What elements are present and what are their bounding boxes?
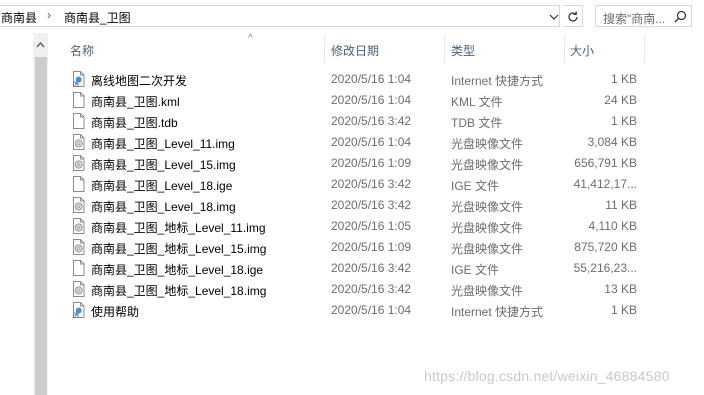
file-size: 656,791 KB xyxy=(574,156,637,170)
file-size: 13 KB xyxy=(604,282,637,296)
breadcrumb-parent[interactable]: 商南县 xyxy=(1,9,37,26)
file-date: 2020/5/16 1:09 xyxy=(331,240,412,254)
chevron-down-icon[interactable] xyxy=(547,10,561,24)
file-date: 2020/5/16 3:42 xyxy=(331,114,412,128)
file-type: TDB 文件 xyxy=(451,116,503,130)
file-type: 光盘映像文件 xyxy=(451,137,524,151)
file-size: 4,110 KB xyxy=(588,219,637,233)
breadcrumb-current[interactable]: 商南县_卫图 xyxy=(64,9,131,26)
file-name: 商南县_卫图.tdb xyxy=(91,116,178,130)
disc-image-icon xyxy=(72,134,85,150)
file-type: 光盘映像文件 xyxy=(451,158,524,172)
file-type: IGE 文件 xyxy=(451,179,500,193)
column-header-size[interactable]: 大小 xyxy=(570,42,594,59)
address-bar[interactable]: 商南县 › 商南县_卫图 xyxy=(0,5,560,27)
file-size: 11 KB xyxy=(605,198,637,212)
file-size: 1 KB xyxy=(610,72,637,86)
file-name: 商南县_卫图_Level_18.img xyxy=(91,200,236,214)
file-size: 875,720 KB xyxy=(574,240,637,254)
column-divider[interactable] xyxy=(564,35,565,63)
file-type: Internet 快捷方式 xyxy=(451,305,544,319)
file-row[interactable]: 离线地图二次开发 2020/5/16 1:04 Internet 快捷方式 1 KB xyxy=(60,69,660,90)
file-icon xyxy=(72,113,85,129)
disc-image-icon xyxy=(72,239,85,255)
file-row[interactable]: 商南县_卫图_Level_18.ige 2020/5/16 3:42 IGE 文件 4… xyxy=(60,174,660,195)
column-divider[interactable] xyxy=(444,35,445,63)
file-type: 光盘映像文件 xyxy=(451,284,524,298)
search-placeholder: 搜索"商南... xyxy=(603,12,666,26)
file-date: 2020/5/16 1:04 xyxy=(331,135,412,149)
file-row[interactable]: 商南县_卫图_Level_11.img 2020/5/16 1:04 光盘映像文件 3… xyxy=(60,132,660,153)
file-type: 光盘映像文件 xyxy=(451,221,524,235)
shortcut-icon xyxy=(72,302,85,318)
file-name: 离线地图二次开发 xyxy=(91,74,188,88)
column-divider[interactable] xyxy=(644,35,645,63)
file-row[interactable]: 商南县_卫图.tdb 2020/5/16 3:42 TDB 文件 1 KB xyxy=(60,111,660,132)
file-row[interactable]: 商南县_卫图_地标_Level_18.ige 2020/5/16 3:42 IGE … xyxy=(60,258,660,279)
file-type: KML 文件 xyxy=(451,95,503,109)
refresh-icon xyxy=(568,11,578,22)
file-date: 2020/5/16 3:42 xyxy=(331,198,412,212)
sort-ascending-icon: ^ xyxy=(248,33,253,44)
file-row[interactable]: 商南县_卫图_Level_18.img 2020/5/16 3:42 光盘映像文件 1… xyxy=(60,195,660,216)
disc-image-icon xyxy=(72,197,85,213)
search-icon[interactable] xyxy=(674,10,687,23)
file-name: 商南县_卫图_地标_Level_11.img xyxy=(91,221,266,235)
file-size: 24 KB xyxy=(604,93,637,107)
scroll-up-arrow-icon[interactable] xyxy=(35,40,46,50)
navigation-pane xyxy=(0,33,33,395)
column-header-date[interactable]: 修改日期 xyxy=(331,42,379,59)
disc-image-icon xyxy=(72,155,85,171)
file-size: 41,412,17... xyxy=(573,177,637,191)
file-date: 2020/5/16 1:04 xyxy=(331,72,412,86)
disc-image-icon xyxy=(72,218,85,234)
file-name: 商南县_卫图_Level_18.ige xyxy=(91,179,233,193)
address-bar-row: 商南县 › 商南县_卫图 搜索"商南... xyxy=(0,0,704,33)
file-name: 商南县_卫图.kml xyxy=(91,95,180,109)
search-input[interactable]: 搜索"商南... xyxy=(595,5,692,27)
file-date: 2020/5/16 1:04 xyxy=(331,303,412,317)
file-name: 商南县_卫图_地标_Level_18.img xyxy=(91,284,267,298)
file-name: 商南县_卫图_地标_Level_18.ige xyxy=(91,263,264,277)
chevron-right-icon[interactable]: › xyxy=(47,8,51,22)
file-type: 光盘映像文件 xyxy=(451,242,524,256)
file-name: 使用帮助 xyxy=(91,305,140,319)
file-icon xyxy=(72,92,85,108)
file-icon xyxy=(72,176,85,192)
file-size: 1 KB xyxy=(610,114,637,128)
file-date: 2020/5/16 1:09 xyxy=(331,156,412,170)
file-name: 商南县_卫图_Level_15.img xyxy=(91,158,236,172)
column-divider[interactable] xyxy=(324,35,325,63)
watermark-text: https://blog.csdn.net/weixin_46884580 xyxy=(424,368,670,384)
disc-image-icon xyxy=(72,281,85,297)
refresh-button[interactable] xyxy=(563,5,583,27)
file-date: 2020/5/16 3:42 xyxy=(331,282,412,296)
file-type: IGE 文件 xyxy=(451,263,500,277)
file-type: 光盘映像文件 xyxy=(451,200,524,214)
file-row[interactable]: 商南县_卫图_Level_15.img 2020/5/16 1:09 光盘映像文件 6… xyxy=(60,153,660,174)
file-row[interactable]: 商南县_卫图_地标_Level_15.img 2020/5/16 1:09 光盘映像… xyxy=(60,237,660,258)
file-row[interactable]: 商南县_卫图.kml 2020/5/16 1:04 KML 文件 24 KB xyxy=(60,90,660,111)
file-size: 55,216,23... xyxy=(573,261,637,275)
file-row[interactable]: 使用帮助 2020/5/16 1:04 Internet 快捷方式 1 KB xyxy=(60,300,660,321)
file-size: 3,084 KB xyxy=(587,135,637,149)
file-date: 2020/5/16 3:42 xyxy=(331,177,412,191)
column-header-name[interactable]: 名称 xyxy=(70,42,94,59)
file-size: 1 KB xyxy=(610,303,637,317)
column-header: ^ 名称 修改日期 类型 大小 xyxy=(60,33,660,63)
file-name: 商南县_卫图_地标_Level_15.img xyxy=(91,242,267,256)
column-header-type[interactable]: 类型 xyxy=(451,42,475,59)
scrollbar-thumb[interactable] xyxy=(35,57,47,395)
file-date: 2020/5/16 1:05 xyxy=(331,219,412,233)
file-date: 2020/5/16 1:04 xyxy=(331,93,412,107)
file-row[interactable]: 商南县_卫图_地标_Level_18.img 2020/5/16 3:42 光盘映像… xyxy=(60,279,660,300)
file-row[interactable]: 商南县_卫图_地标_Level_11.img 2020/5/16 1:05 光盘映像… xyxy=(60,216,660,237)
file-name: 商南县_卫图_Level_11.img xyxy=(91,137,235,151)
file-icon xyxy=(72,260,85,276)
file-date: 2020/5/16 3:42 xyxy=(331,261,412,275)
shortcut-icon xyxy=(72,71,85,87)
file-type: Internet 快捷方式 xyxy=(451,74,544,88)
